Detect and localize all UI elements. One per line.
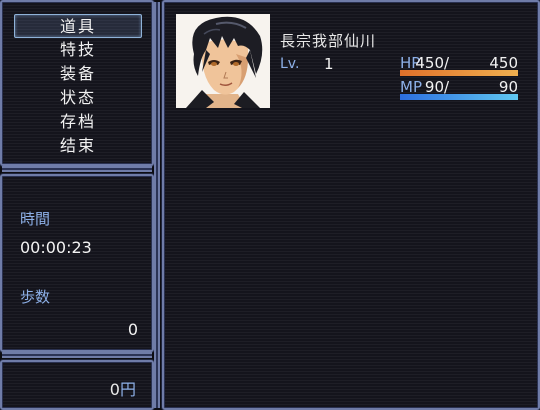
playtime-value: 00:00:23 — [20, 238, 92, 257]
menu-item-items[interactable]: 道具 — [14, 14, 142, 38]
steps-label: 歩数 — [20, 288, 51, 306]
hp-current: 450 — [415, 54, 444, 72]
mp-separator: / — [444, 78, 450, 96]
menu-item-equip[interactable]: 装备 — [14, 62, 142, 86]
party-status-window: 長宗我部仙川 Lv. 1 HP 450 / 450 MP 90 / 90 — [162, 0, 540, 410]
gold-display: 0円 — [110, 376, 136, 400]
menu-item-status[interactable]: 状态 — [14, 86, 142, 110]
mp-current: 90 — [424, 78, 444, 96]
level-value: 1 — [324, 55, 334, 73]
actor-face-image — [176, 14, 270, 108]
mp-label: MP — [400, 78, 422, 96]
currency-unit: 円 — [119, 380, 136, 399]
command-menu-window: 道具 特技 装备 状态 存档 结束 — [0, 0, 154, 166]
actor-face-portrait — [176, 14, 270, 108]
playtime-label: 時間 — [20, 210, 51, 228]
mp-max: 90 — [498, 78, 518, 96]
frame-divider-vertical — [154, 2, 160, 408]
menu-item-skills[interactable]: 特技 — [14, 38, 142, 62]
menu-item-save[interactable]: 存档 — [14, 110, 142, 134]
mp-gauge: MP 90 / 90 — [400, 78, 518, 102]
actor-name: 長宗我部仙川 — [280, 32, 377, 50]
hp-gauge: HP 450 / 450 — [400, 54, 518, 78]
gold-amount: 0 — [109, 380, 120, 399]
frame-divider — [2, 166, 152, 172]
hp-max: 450 — [489, 54, 518, 72]
frame-divider — [2, 352, 152, 358]
menu-item-end[interactable]: 结束 — [14, 134, 142, 158]
steps-value: 0 — [127, 320, 138, 339]
level-label: Lv. — [280, 56, 300, 72]
gold-window: 0円 — [0, 360, 154, 410]
playtime-steps-window: 時間 00:00:23 歩数 0 — [0, 174, 154, 352]
command-list: 道具 特技 装备 状态 存档 结束 — [14, 14, 142, 158]
hp-separator: / — [444, 54, 450, 72]
